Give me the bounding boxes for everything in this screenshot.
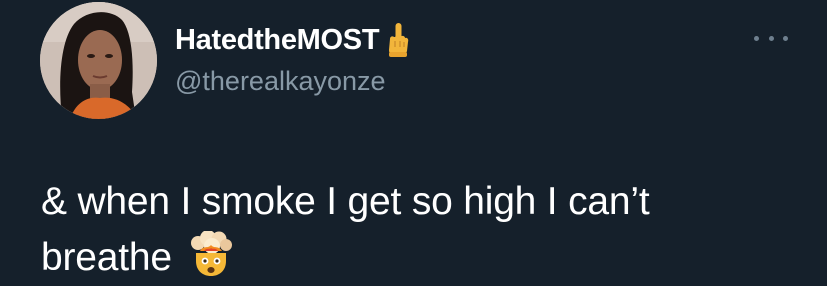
more-dot xyxy=(754,35,759,41)
more-dot xyxy=(783,35,788,41)
tweet-text-line: & when I smoke I get so high I can’t xyxy=(41,180,650,223)
exploding-head-emoji-icon xyxy=(190,230,232,276)
tweet-text-line-2: breathe xyxy=(41,230,801,286)
username[interactable]: @therealkayonze xyxy=(175,66,386,97)
more-horizontal-icon[interactable] xyxy=(754,28,788,48)
display-name-row[interactable]: HatedtheMOST xyxy=(175,20,410,60)
avatar[interactable] xyxy=(40,2,157,119)
tweet-text-word: breathe xyxy=(41,236,172,279)
more-dot xyxy=(768,35,774,41)
avatar-photo xyxy=(40,2,157,119)
middle-finger-emoji-icon xyxy=(389,23,409,57)
display-name[interactable]: HatedtheMOST xyxy=(175,24,380,57)
tweet: HatedtheMOST @therealkayonze & when I sm… xyxy=(0,0,827,279)
tweet-text: & when I smoke I get so high I can’t bre… xyxy=(41,174,801,286)
